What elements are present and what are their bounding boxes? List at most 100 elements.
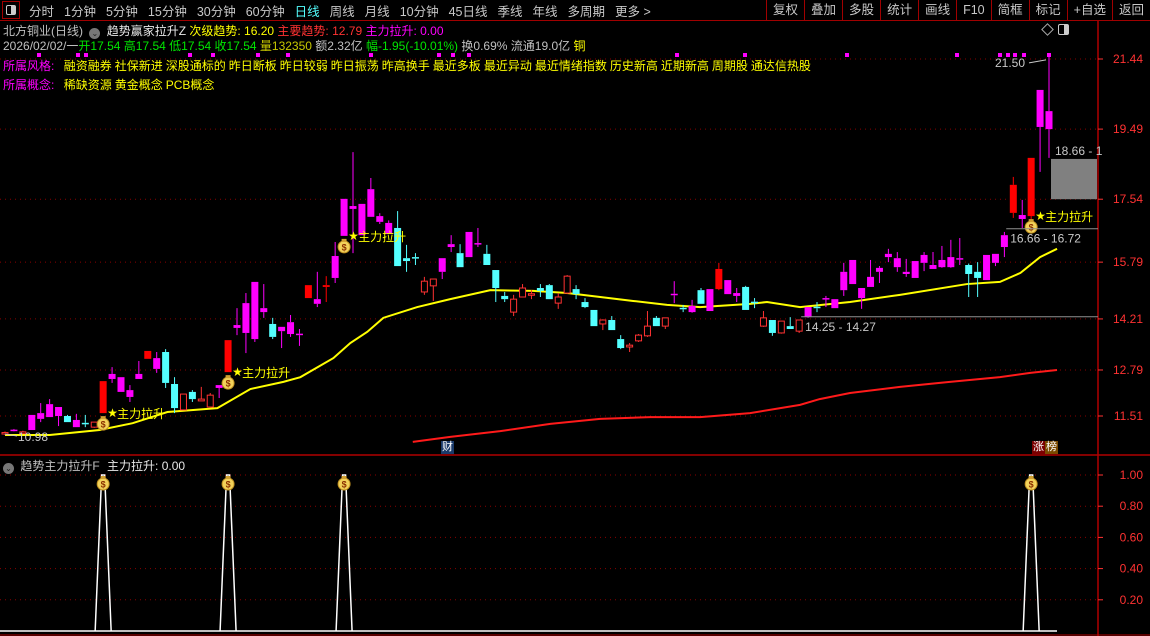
candle bbox=[81, 414, 89, 428]
candle-body bbox=[581, 302, 589, 308]
money-bag-icon: $ bbox=[221, 476, 235, 491]
style-tag[interactable]: 近期新高 bbox=[661, 59, 709, 73]
finance-badge[interactable]: 财 bbox=[441, 441, 454, 454]
candle-body bbox=[670, 293, 678, 296]
style-tag[interactable]: 周期股 bbox=[712, 59, 748, 73]
candle bbox=[501, 291, 509, 303]
style-tag[interactable]: 最近情绪指数 bbox=[535, 59, 607, 73]
lower-indicator-name[interactable]: 趋势主力拉升F bbox=[20, 459, 99, 473]
main-trend-line bbox=[412, 368, 1058, 443]
y-tick-label: 21.44 bbox=[1113, 52, 1143, 66]
tab-5[interactable]: 60分钟 bbox=[241, 1, 290, 20]
style-tag[interactable]: 最近异动 bbox=[484, 59, 532, 73]
candle bbox=[179, 393, 187, 411]
tab-7[interactable]: 周线 bbox=[325, 1, 360, 20]
concept-label: 所属概念: bbox=[3, 78, 55, 92]
tab-1[interactable]: 1分钟 bbox=[59, 1, 101, 20]
toolbar-button-6[interactable]: 简框 bbox=[990, 0, 1029, 20]
dollar-sign: $ bbox=[1029, 480, 1034, 490]
candle-body bbox=[37, 413, 45, 419]
candle-body bbox=[197, 398, 205, 402]
signal-label: 主力拉升 bbox=[242, 365, 290, 380]
kline-chart[interactable]: 21.4419.4917.5415.7914.2112.7911.51$★ 主力拉… bbox=[0, 0, 1150, 636]
dropdown-chevron-icon[interactable]: ⌄ bbox=[3, 463, 14, 474]
tab-8[interactable]: 月线 bbox=[360, 1, 395, 20]
style-tag[interactable]: 最近多板 bbox=[433, 59, 481, 73]
tab-9[interactable]: 10分钟 bbox=[395, 1, 444, 20]
candle-body bbox=[10, 429, 18, 432]
style-tag[interactable]: 昨日断板 bbox=[229, 59, 277, 73]
toolbar-button-8[interactable]: +自选 bbox=[1066, 0, 1112, 20]
tab-4[interactable]: 30分钟 bbox=[192, 1, 241, 20]
quote-sector[interactable]: 铜 bbox=[573, 39, 585, 53]
tab-11[interactable]: 季线 bbox=[493, 1, 528, 20]
style-tag[interactable]: 历史新高 bbox=[610, 59, 658, 73]
candle-body bbox=[652, 317, 660, 327]
secondary-trend-value: 次级趋势: 16.20 bbox=[189, 24, 275, 38]
candle-body bbox=[144, 350, 152, 359]
tab-13[interactable]: 多周期 bbox=[563, 1, 611, 20]
candle-body bbox=[287, 322, 295, 335]
candle-body bbox=[260, 308, 268, 313]
tab-3[interactable]: 15分钟 bbox=[143, 1, 192, 20]
concept-tag[interactable]: 稀缺资源 bbox=[64, 78, 112, 92]
candle-body bbox=[474, 243, 482, 245]
candle-body bbox=[411, 257, 419, 259]
tab-14[interactable]: 更多 > bbox=[610, 1, 656, 20]
toolbar-button-0[interactable]: 复权 bbox=[766, 0, 804, 20]
concept-tag[interactable]: PCB概念 bbox=[166, 78, 215, 92]
money-bag-icon: $ bbox=[337, 476, 351, 491]
candle bbox=[260, 284, 268, 318]
rank-badge[interactable]: 涨榜 bbox=[1032, 441, 1058, 454]
style-tag[interactable]: 融资融券 bbox=[64, 59, 112, 73]
signal-spike bbox=[219, 474, 237, 632]
toolbar-button-5[interactable]: F10 bbox=[956, 0, 991, 20]
concept-tag[interactable]: 黄金概念 bbox=[115, 78, 163, 92]
tab-6[interactable]: 日线 bbox=[290, 1, 325, 20]
candle-body bbox=[349, 206, 357, 209]
candle-body bbox=[733, 293, 741, 296]
tab-10[interactable]: 45日线 bbox=[444, 1, 493, 20]
quote-change: 幅-1.95(-10.01%) bbox=[366, 39, 459, 53]
toolbar-button-4[interactable]: 画线 bbox=[918, 0, 956, 20]
style-tag[interactable]: 昨高换手 bbox=[382, 59, 430, 73]
toolbar-button-7[interactable]: 标记 bbox=[1028, 0, 1067, 20]
candle-body bbox=[269, 323, 277, 337]
candle bbox=[46, 399, 54, 418]
candle-body bbox=[1009, 184, 1017, 213]
panel-toggle-icon[interactable] bbox=[1058, 24, 1069, 35]
toolbar-button-3[interactable]: 统计 bbox=[880, 0, 918, 20]
tab-0[interactable]: 分时 bbox=[24, 1, 59, 20]
candle-body bbox=[599, 319, 607, 325]
style-tag[interactable]: 社保新进 bbox=[115, 59, 163, 73]
candle bbox=[652, 316, 660, 327]
candle bbox=[153, 352, 161, 373]
style-tag[interactable]: 昨日振荡 bbox=[331, 59, 379, 73]
toolbar-button-1[interactable]: 叠加 bbox=[804, 0, 842, 20]
y-tick-label: 11.51 bbox=[1114, 409, 1143, 423]
candle-body bbox=[697, 290, 705, 304]
tab-2[interactable]: 5分钟 bbox=[101, 1, 143, 20]
candle-body bbox=[519, 287, 527, 298]
candle-body bbox=[715, 268, 723, 290]
tab-12[interactable]: 年线 bbox=[528, 1, 563, 20]
candle-body bbox=[608, 320, 616, 331]
style-tag[interactable]: 通达信热股 bbox=[751, 59, 811, 73]
candle bbox=[403, 244, 411, 272]
candle bbox=[768, 320, 776, 336]
y-tick-label: 1.00 bbox=[1120, 468, 1144, 482]
toolbar-button-2[interactable]: 多股 bbox=[842, 0, 880, 20]
style-tag[interactable]: 深股通标的 bbox=[166, 59, 226, 73]
diamond-icon[interactable] bbox=[1041, 23, 1054, 36]
candle bbox=[144, 350, 152, 359]
candle-body bbox=[1027, 157, 1035, 217]
candle bbox=[72, 413, 80, 428]
candle-body bbox=[420, 280, 428, 293]
layout-toggle-icon[interactable] bbox=[2, 1, 20, 19]
style-tag[interactable]: 昨日较弱 bbox=[280, 59, 328, 73]
toolbar-button-9[interactable]: 返回 bbox=[1111, 0, 1150, 20]
y-tick-label: 15.79 bbox=[1113, 255, 1143, 269]
candle bbox=[536, 284, 544, 297]
indicator-name[interactable]: 趋势赢家拉升Z bbox=[107, 24, 186, 38]
candle bbox=[63, 414, 71, 423]
